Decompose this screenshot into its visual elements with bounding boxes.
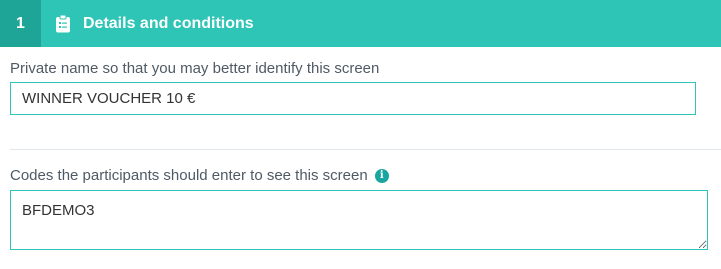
info-icon[interactable]: i xyxy=(374,168,389,183)
private-name-label-text: Private name so that you may better iden… xyxy=(10,60,380,77)
section-header[interactable]: 1 Details and conditions xyxy=(0,0,721,47)
private-name-input[interactable] xyxy=(10,82,696,115)
codes-label-text: Codes the participants should enter to s… xyxy=(10,167,368,184)
step-number: 1 xyxy=(0,0,41,47)
divider xyxy=(10,149,721,150)
section-title: Details and conditions xyxy=(83,14,254,32)
private-name-label: Private name so that you may better iden… xyxy=(10,60,379,77)
clipboard-icon xyxy=(55,14,73,34)
codes-label: Codes the participants should enter to s… xyxy=(10,167,389,184)
codes-textarea[interactable]: BFDEMO3 xyxy=(10,190,708,250)
